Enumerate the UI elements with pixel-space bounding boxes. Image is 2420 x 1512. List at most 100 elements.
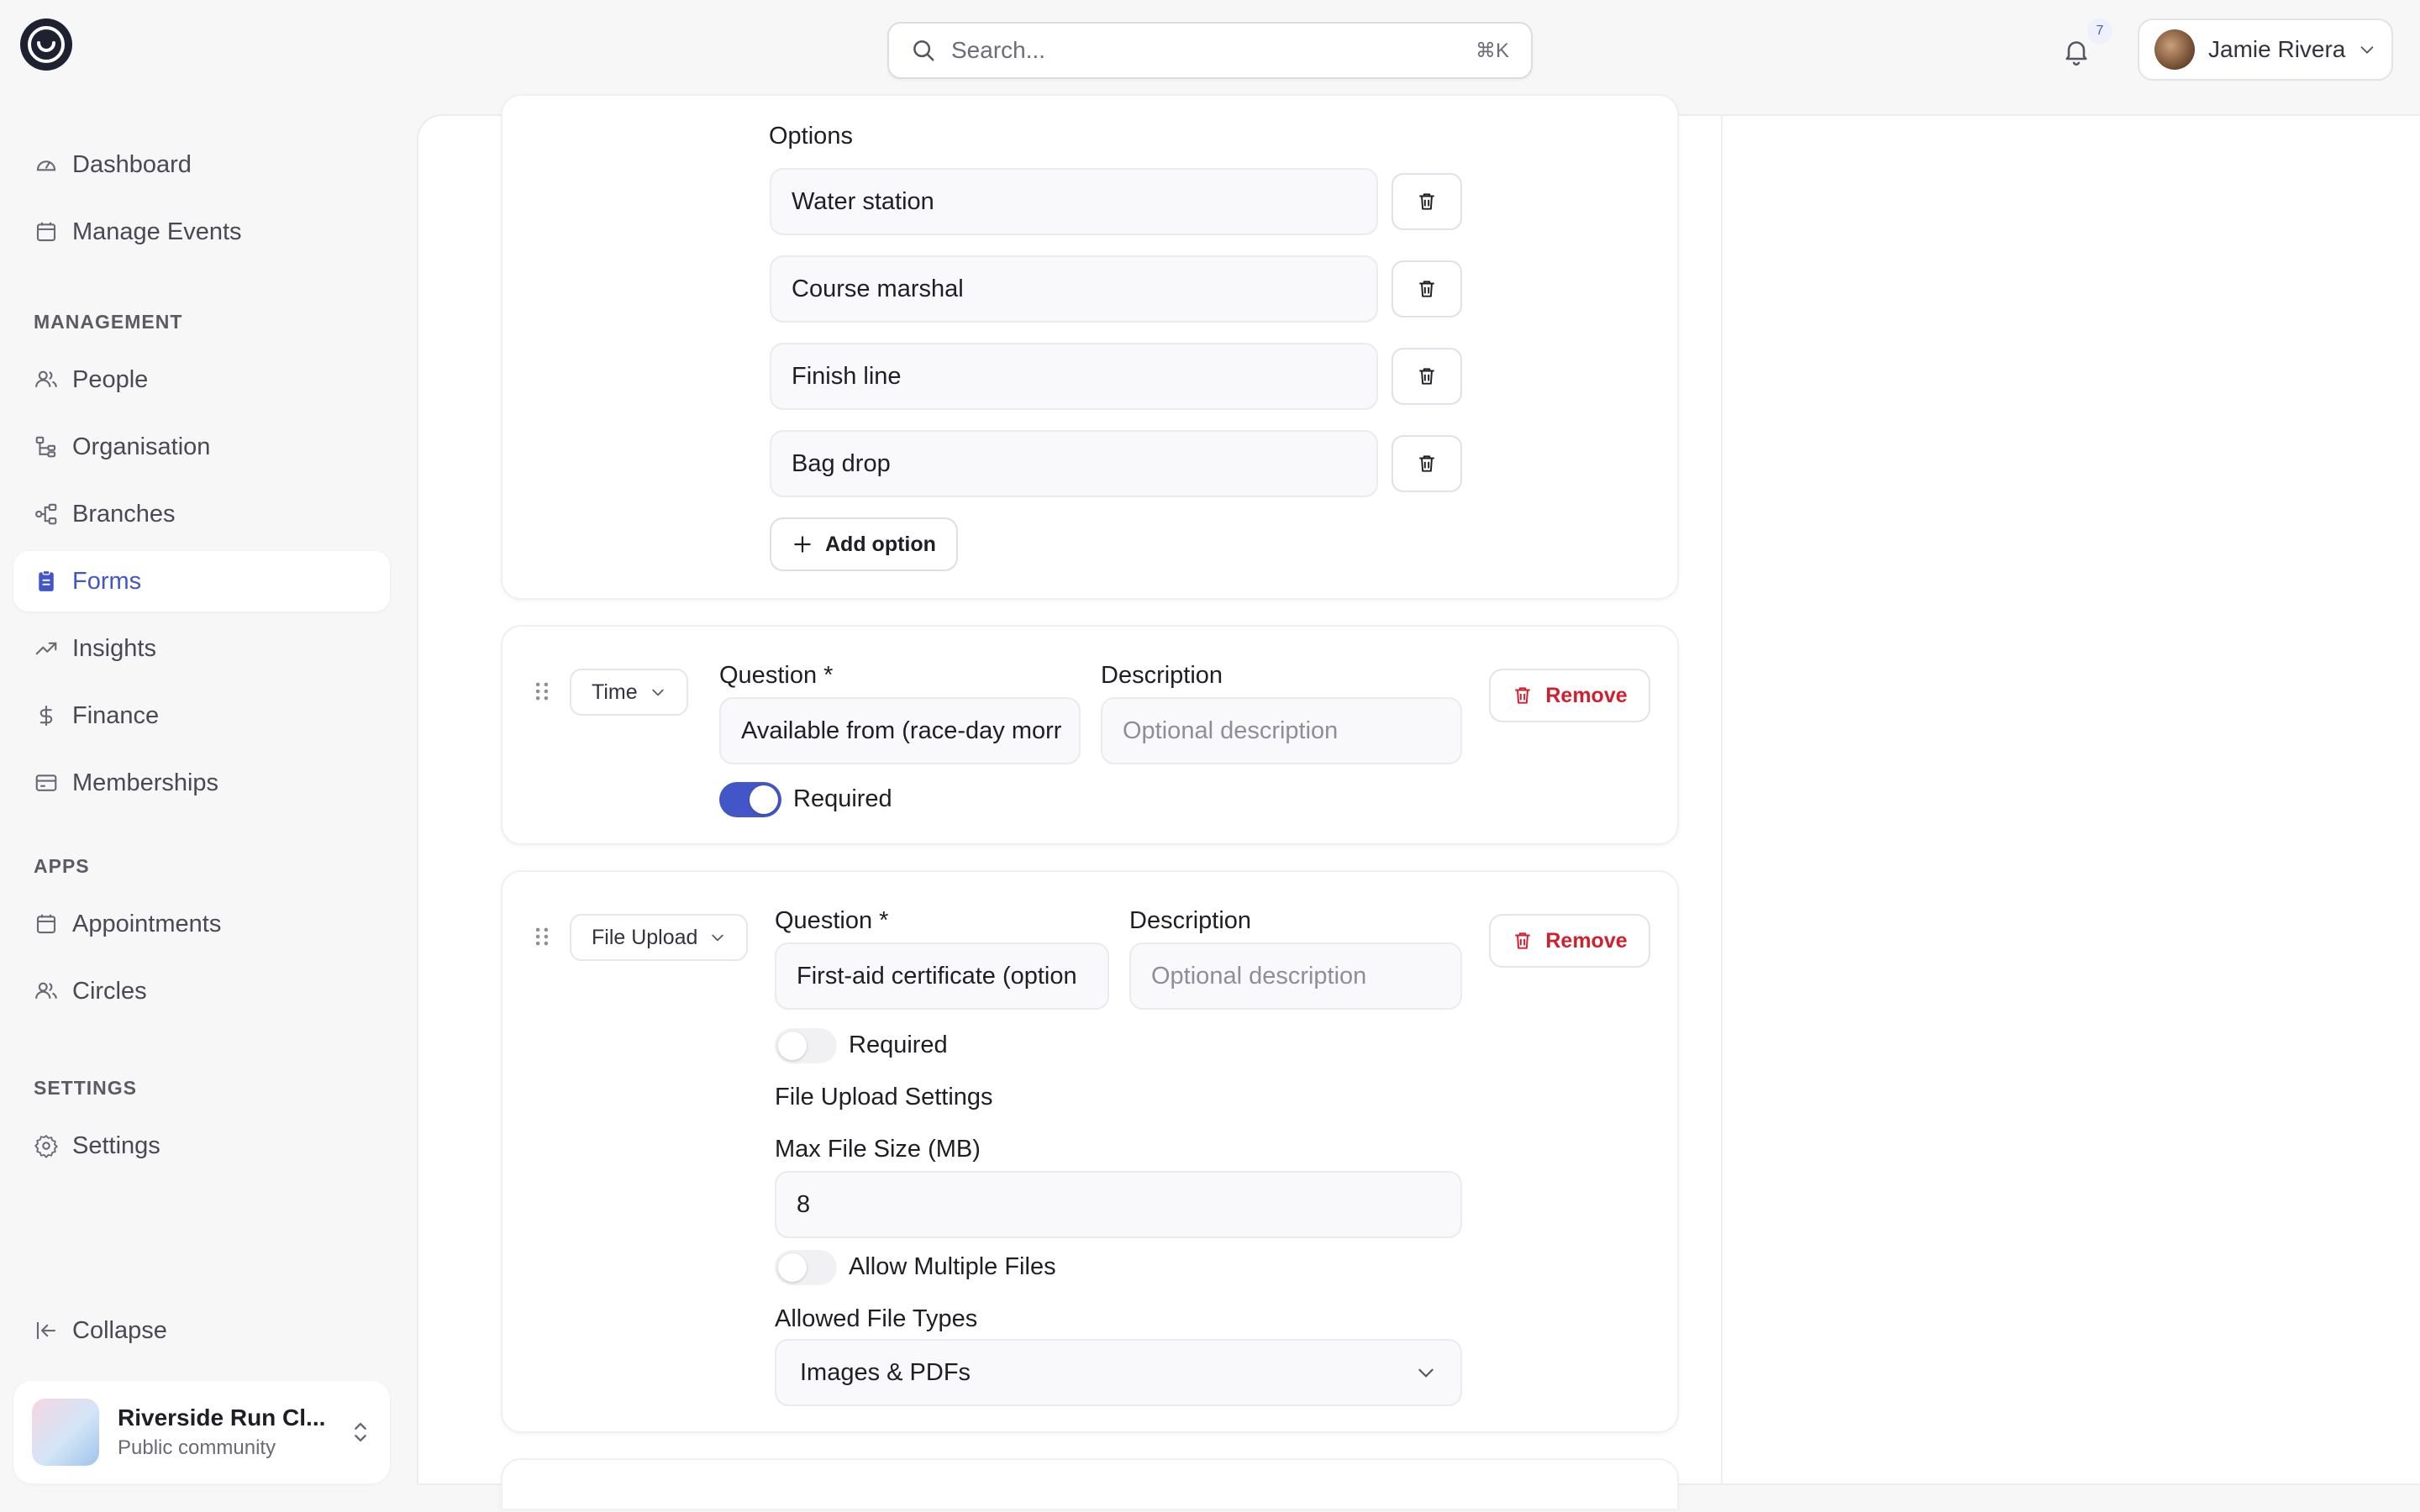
allowed-file-types-select[interactable]: Images & PDFs	[775, 1339, 1462, 1406]
sidebar-item-branches[interactable]: Branches	[13, 484, 390, 544]
next-question-card	[501, 1458, 1679, 1509]
question-type-select[interactable]: File Upload	[570, 914, 749, 961]
description-label: Description	[1101, 662, 1223, 689]
search-shortcut: ⌘K	[1475, 39, 1509, 62]
options-label: Options	[769, 123, 853, 150]
trash-icon	[1515, 687, 1531, 704]
option-input-3[interactable]: Finish line	[770, 343, 1378, 410]
collapse-label: Collapse	[72, 1316, 167, 1344]
sidebar-item-people[interactable]: People	[13, 349, 390, 410]
trash-icon	[1419, 193, 1434, 210]
app-logo[interactable]	[20, 18, 72, 71]
sidebar-item-label: Finance	[72, 701, 160, 729]
trash-icon	[1419, 455, 1434, 472]
remove-label: Remove	[1545, 683, 1628, 707]
sidebar-item-label: Manage Events	[72, 218, 242, 245]
users-icon	[35, 982, 57, 999]
sidebar-item-label: Forms	[72, 567, 142, 595]
max-file-size-label: Max File Size (MB)	[775, 1136, 981, 1163]
remove-question-button[interactable]: Remove	[1489, 669, 1650, 722]
sidebar-item-finance[interactable]: Finance	[13, 685, 390, 746]
required-toggle[interactable]	[775, 1028, 837, 1063]
collapse-button[interactable]: Collapse	[13, 1300, 390, 1361]
sidebar-item-manage-events[interactable]: Manage Events	[13, 202, 390, 262]
delete-option-button-2[interactable]	[1392, 260, 1462, 318]
user-menu[interactable]: Jamie Rivera	[2138, 18, 2393, 81]
sidebar-item-label: Branches	[72, 500, 176, 528]
section-heading-management: MANAGEMENT	[34, 311, 183, 333]
community-switcher[interactable]: Riverside Run Cl... Public community	[13, 1381, 390, 1483]
bell-icon	[2065, 41, 2087, 66]
max-file-size-input[interactable]: 8	[775, 1171, 1462, 1238]
users-icon	[35, 370, 57, 387]
chevron-down-icon	[1418, 1368, 1434, 1378]
trending-up-icon	[35, 642, 57, 655]
sidebar-item-label: Memberships	[72, 769, 219, 796]
allow-multiple-files-toggle[interactable]	[775, 1250, 837, 1285]
calendar-icon	[36, 222, 56, 242]
sidebar-item-label: People	[72, 365, 149, 393]
chevron-down-icon	[651, 689, 664, 696]
file-upload-settings-heading: File Upload Settings	[775, 1084, 993, 1110]
description-input[interactable]: Optional description	[1101, 697, 1462, 764]
search-placeholder: Search...	[951, 37, 1046, 63]
branches-icon	[35, 503, 57, 525]
card-icon	[35, 774, 57, 791]
community-avatar	[32, 1399, 99, 1466]
delete-option-button-4[interactable]	[1392, 435, 1462, 492]
delete-option-button-3[interactable]	[1392, 348, 1462, 405]
community-name: Riverside Run Cl...	[118, 1404, 326, 1431]
question-type-value: File Upload	[592, 925, 698, 949]
question-type-select[interactable]: Time	[570, 669, 688, 716]
community-type: Public community	[118, 1436, 276, 1459]
drag-handle-icon[interactable]	[533, 680, 551, 702]
section-heading-settings: SETTINGS	[34, 1077, 138, 1099]
panel-divider	[1721, 114, 1723, 1485]
allowed-file-types-value: Images & PDFs	[800, 1358, 971, 1386]
sidebar-item-dashboard[interactable]: Dashboard	[13, 134, 390, 195]
delete-option-button-1[interactable]	[1392, 173, 1462, 230]
sidebar-item-forms[interactable]: Forms	[13, 551, 390, 612]
time-question-card	[501, 625, 1679, 845]
add-option-button[interactable]: Add option	[770, 517, 958, 571]
add-option-label: Add option	[825, 532, 936, 556]
search-bar[interactable]: Search... ⌘K	[887, 22, 1533, 79]
sidebar-item-label: Organisation	[72, 433, 211, 460]
clipboard-icon	[39, 570, 54, 591]
sidebar-item-circles[interactable]: Circles	[13, 961, 390, 1021]
plus-icon	[794, 536, 811, 553]
required-label: Required	[793, 785, 892, 812]
required-toggle[interactable]	[719, 782, 781, 817]
sidebar-item-memberships[interactable]: Memberships	[13, 753, 390, 813]
chevron-down-icon	[712, 934, 724, 942]
description-label: Description	[1129, 907, 1252, 934]
trash-icon	[1419, 281, 1434, 297]
sidebar-item-organisation[interactable]: Organisation	[13, 417, 390, 477]
avatar	[2154, 29, 2195, 70]
sidebar-item-appointments[interactable]: Appointments	[13, 894, 390, 954]
chevron-up-down-icon	[355, 1422, 366, 1442]
logo-icon	[28, 26, 65, 63]
chevron-down-icon	[2360, 46, 2374, 54]
gear-icon	[34, 1135, 58, 1158]
trash-icon	[1515, 932, 1531, 949]
allowed-file-types-label: Allowed File Types	[775, 1305, 978, 1332]
sidebar-item-label: Appointments	[72, 910, 222, 937]
option-input-2[interactable]: Course marshal	[770, 255, 1378, 323]
question-label: Question *	[775, 907, 889, 934]
option-input-1[interactable]: Water station	[770, 168, 1378, 235]
drag-handle-icon[interactable]	[533, 926, 551, 948]
remove-question-button[interactable]: Remove	[1489, 914, 1650, 968]
sidebar-item-label: Circles	[72, 977, 147, 1005]
option-input-4[interactable]: Bag drop	[770, 430, 1378, 497]
section-heading-apps: APPS	[34, 855, 90, 877]
calendar-icon	[36, 914, 56, 934]
question-input[interactable]: Available from (race-day morr	[719, 697, 1081, 764]
user-name: Jamie Rivera	[2208, 36, 2346, 62]
sidebar-item-settings[interactable]: Settings	[13, 1116, 390, 1176]
sidebar-item-label: Settings	[72, 1131, 160, 1159]
sidebar-item-insights[interactable]: Insights	[13, 618, 390, 679]
question-input[interactable]: First-aid certificate (option	[775, 942, 1109, 1010]
hierarchy-icon	[35, 436, 56, 458]
description-input[interactable]: Optional description	[1129, 942, 1462, 1010]
